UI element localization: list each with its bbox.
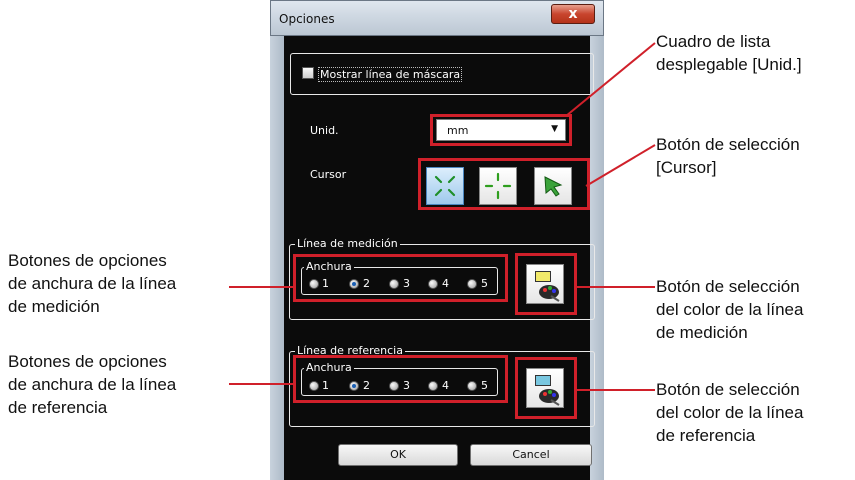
annotation-reference-width: Botones de opciones de anchura de la líne… [8, 352, 177, 417]
annotation-unit-dropdown: Cuadro de lista desplegable [Unid.] [656, 32, 802, 74]
annotation-measure-color: Botón de selección del color de la línea d… [656, 277, 804, 342]
annotation-cursor-button: Botón de selección [Cursor] [656, 135, 800, 177]
annotation-measure-width: Botones de opciones de anchura de la líne… [8, 251, 177, 316]
annotation-reference-color: Botón de selección del color de la línea d… [656, 380, 804, 445]
